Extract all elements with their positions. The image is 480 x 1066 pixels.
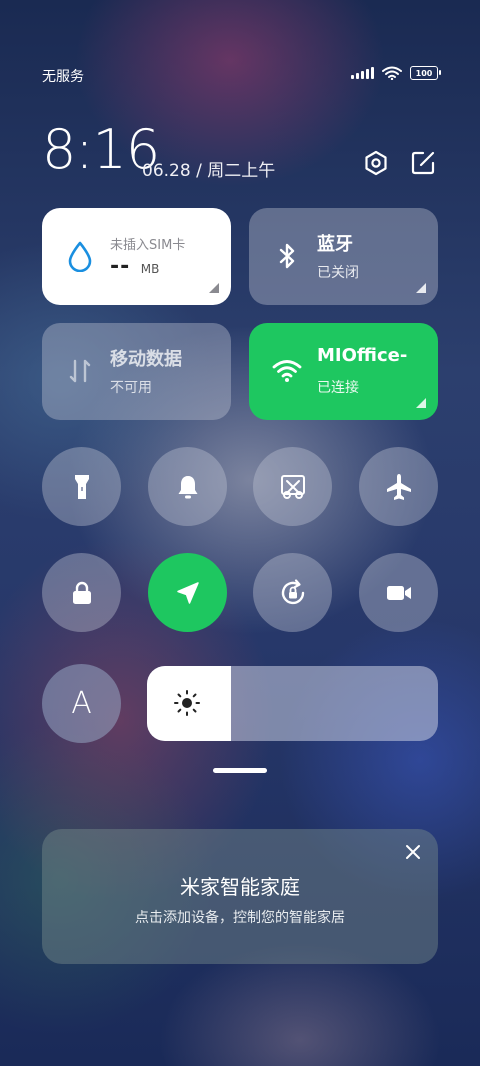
- data-usage-value: -- MB: [110, 254, 159, 279]
- bluetooth-icon: [279, 243, 295, 269]
- smart-home-card[interactable]: 米家智能家庭 点击添加设备，控制您的智能家居: [42, 829, 438, 964]
- flashlight-icon: [74, 474, 89, 499]
- carrier-status: 无服务: [42, 69, 84, 85]
- water-drop-icon: [68, 241, 92, 272]
- screenshot-icon: [280, 474, 305, 499]
- auto-brightness-label: A: [71, 686, 92, 721]
- wifi-network-name: MIOffice-: [317, 345, 408, 366]
- sun-icon: [174, 690, 200, 716]
- airplane-mode-toggle[interactable]: [359, 447, 438, 526]
- brightness-slider[interactable]: [147, 666, 438, 741]
- auto-brightness-button[interactable]: A: [42, 664, 121, 743]
- sim-status-label: 未插入SIM卡: [110, 238, 186, 253]
- wifi-status-icon: [382, 66, 402, 80]
- lock-icon: [72, 581, 91, 604]
- location-icon: [176, 581, 199, 604]
- mobile-data-tile[interactable]: 移动数据 不可用: [42, 323, 231, 420]
- screen-record-toggle[interactable]: [359, 553, 438, 632]
- bell-icon: [178, 475, 197, 498]
- data-usage-tile[interactable]: 未插入SIM卡 -- MB: [42, 208, 231, 305]
- video-camera-icon: [386, 585, 411, 600]
- mobile-data-label: 移动数据: [110, 349, 182, 370]
- drag-handle[interactable]: [213, 768, 267, 773]
- expand-corner-icon: [209, 283, 219, 293]
- wifi-tile[interactable]: MIOffice- 已连接: [249, 323, 438, 420]
- lock-screen-toggle[interactable]: [42, 553, 121, 632]
- mobile-data-arrows-icon: [69, 359, 91, 383]
- screenshot-toggle[interactable]: [253, 447, 332, 526]
- clock-date: 06.28 / 周二上午: [142, 161, 276, 181]
- battery-icon: 100: [410, 66, 441, 80]
- location-toggle[interactable]: [148, 553, 227, 632]
- edit-icon[interactable]: [410, 150, 436, 176]
- airplane-icon: [386, 473, 411, 500]
- bluetooth-tile[interactable]: 蓝牙 已关闭: [249, 208, 438, 305]
- smart-home-title: 米家智能家庭: [180, 875, 300, 899]
- expand-corner-icon: [416, 283, 426, 293]
- battery-level: 100: [415, 68, 433, 78]
- data-usage-unit: MB: [140, 262, 160, 276]
- bluetooth-status: 已关闭: [317, 265, 359, 281]
- wifi-icon: [272, 360, 302, 382]
- rotation-lock-icon: [281, 578, 304, 604]
- expand-corner-icon: [416, 398, 426, 408]
- smart-home-subtitle: 点击添加设备，控制您的智能家居: [135, 910, 345, 926]
- data-usage-number: --: [110, 254, 131, 279]
- signal-icon: [351, 67, 374, 79]
- rotation-lock-toggle[interactable]: [253, 553, 332, 632]
- settings-gear-icon[interactable]: [363, 150, 389, 176]
- wifi-status: 已连接: [317, 380, 359, 396]
- mobile-data-status: 不可用: [110, 380, 152, 396]
- status-icons: 100: [351, 66, 441, 80]
- close-icon[interactable]: [404, 843, 422, 861]
- flashlight-toggle[interactable]: [42, 447, 121, 526]
- bluetooth-label: 蓝牙: [317, 234, 353, 255]
- mute-toggle[interactable]: [148, 447, 227, 526]
